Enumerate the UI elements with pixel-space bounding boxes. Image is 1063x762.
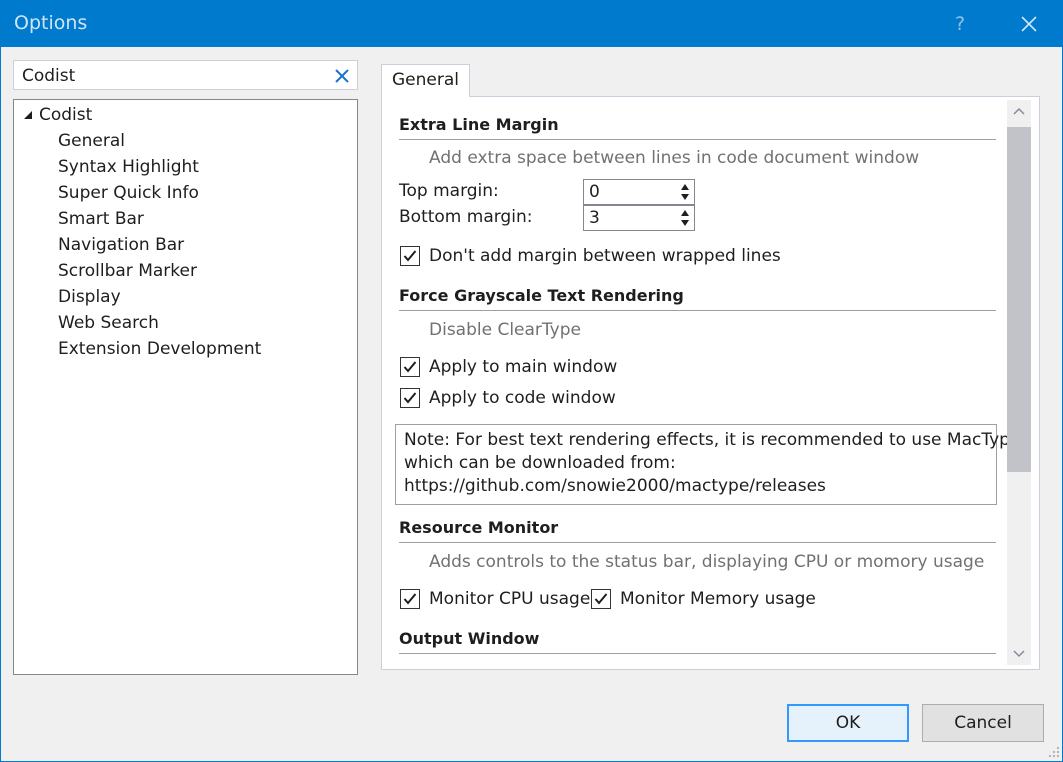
checkmark-icon — [403, 250, 417, 262]
section-heading-extra-line-margin: Extra Line Margin — [399, 114, 996, 140]
tree-item-display[interactable]: Display — [58, 285, 121, 309]
help-button[interactable]: ? — [945, 9, 975, 39]
spin-down-icon[interactable] — [680, 219, 690, 227]
options-dialog: Options ? Codist General Syntax Highligh — [0, 0, 1063, 762]
scroll-down-button[interactable] — [1007, 641, 1031, 665]
mactype-note: Note: For best text rendering effects, i… — [395, 424, 1007, 505]
window-title: Options — [14, 12, 88, 34]
spin-up-icon[interactable] — [680, 209, 690, 217]
code-window-checkbox[interactable] — [400, 388, 420, 408]
section-heading-resource-monitor: Resource Monitor — [399, 517, 996, 543]
note-line: Note: For best text rendering effects, i… — [404, 430, 1007, 450]
section-heading-output-window: Output Window — [399, 628, 996, 654]
note-line: which can be downloaded from: — [404, 453, 676, 473]
ok-button[interactable]: OK — [787, 704, 909, 742]
title-bar[interactable]: Options ? — [1, 1, 1062, 47]
scroll-thumb[interactable] — [1007, 127, 1031, 472]
main-window-label: Apply to main window — [429, 357, 618, 377]
tree-item-super-quick-info[interactable]: Super Quick Info — [58, 181, 199, 205]
vertical-scrollbar[interactable] — [1007, 100, 1031, 665]
section-description: Adds controls to the status bar, display… — [429, 552, 985, 572]
close-icon — [1021, 16, 1037, 32]
search-box — [13, 60, 358, 90]
chevron-down-icon — [1013, 650, 1025, 658]
bottom-margin-value[interactable]: 3 — [589, 208, 600, 228]
top-margin-label: Top margin: — [399, 181, 499, 201]
no-wrap-margin-label: Don't add margin between wrapped lines — [429, 246, 781, 266]
section-description: Disable ClearType — [429, 320, 581, 340]
checkmark-icon — [594, 593, 608, 605]
search-input[interactable] — [22, 65, 322, 87]
chevron-up-icon — [1013, 107, 1025, 115]
tree-node-label: Codist — [39, 105, 93, 125]
main-window-checkbox[interactable] — [400, 357, 420, 377]
resize-grip-icon[interactable] — [1047, 745, 1061, 759]
bottom-margin-spinner[interactable]: 3 — [583, 205, 695, 231]
monitor-cpu-checkbox[interactable] — [400, 589, 420, 609]
tab-general[interactable]: General — [381, 64, 470, 97]
search-clear-button[interactable] — [332, 66, 352, 86]
monitor-cpu-label: Monitor CPU usage — [429, 589, 591, 609]
general-panel: Extra Line Margin Add extra space betwee… — [381, 96, 1040, 670]
bottom-margin-label: Bottom margin: — [399, 207, 533, 227]
monitor-memory-label: Monitor Memory usage — [620, 589, 816, 609]
tree-item-navigation-bar[interactable]: Navigation Bar — [58, 233, 184, 257]
spin-up-icon[interactable] — [680, 183, 690, 191]
panel-content: Extra Line Margin Add extra space betwee… — [382, 97, 1007, 669]
section-description: Add extra space between lines in code do… — [429, 148, 920, 168]
tree-item-general[interactable]: General — [58, 129, 125, 153]
top-margin-value[interactable]: 0 — [589, 182, 600, 202]
top-margin-spinner[interactable]: 0 — [583, 179, 695, 205]
scroll-up-button[interactable] — [1007, 100, 1031, 124]
tree-item-smart-bar[interactable]: Smart Bar — [58, 207, 144, 231]
checkmark-icon — [403, 361, 417, 373]
checkmark-icon — [403, 593, 417, 605]
clear-icon — [335, 69, 349, 83]
monitor-memory-checkbox[interactable] — [591, 589, 611, 609]
close-button[interactable] — [1013, 9, 1045, 39]
tree-item-extension-development[interactable]: Extension Development — [58, 337, 261, 361]
expand-arrow-icon[interactable] — [23, 110, 33, 120]
code-window-label: Apply to code window — [429, 388, 616, 408]
spin-down-icon[interactable] — [680, 193, 690, 201]
note-link: https://github.com/snowie2000/mactype/re… — [404, 476, 826, 496]
cancel-button[interactable]: Cancel — [922, 704, 1044, 742]
tree-item-scrollbar-marker[interactable]: Scrollbar Marker — [58, 259, 197, 283]
section-heading-grayscale: Force Grayscale Text Rendering — [399, 285, 996, 311]
checkmark-icon — [403, 392, 417, 404]
tree-item-syntax-highlight[interactable]: Syntax Highlight — [58, 155, 199, 179]
options-tree[interactable]: Codist General Syntax Highlight Super Qu… — [13, 99, 358, 675]
no-wrap-margin-checkbox[interactable] — [400, 246, 420, 266]
tree-item-web-search[interactable]: Web Search — [58, 311, 159, 335]
